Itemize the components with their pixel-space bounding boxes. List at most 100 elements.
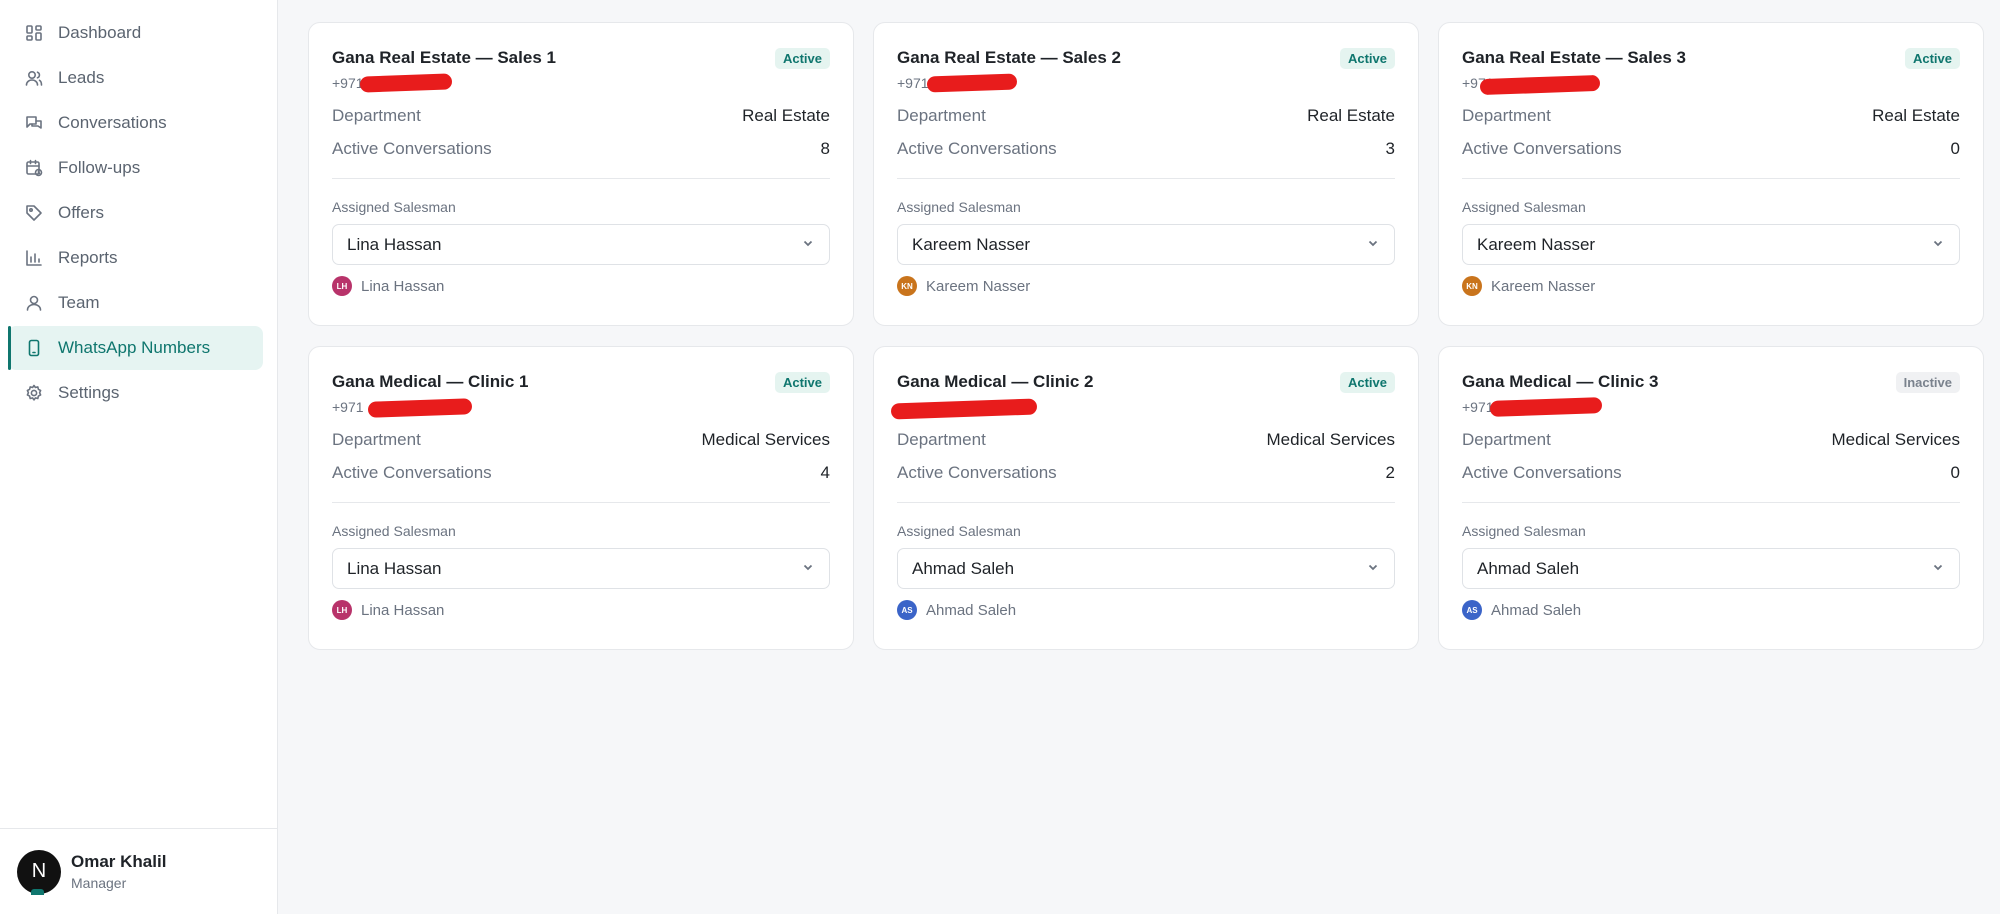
app: Dashboard Leads Conversations Follow-ups… [0, 0, 2000, 914]
assigned-salesman-label: Assigned Salesman [897, 199, 1021, 215]
active-conversations-value: 2 [1385, 463, 1395, 482]
active-conversations-row: Active Conversations 0 [1462, 463, 1960, 483]
active-conversations-label: Active Conversations [1462, 139, 1622, 158]
divider [897, 178, 1395, 179]
active-conversations-value: 3 [1385, 139, 1395, 158]
chevron-down-icon [1931, 235, 1945, 255]
status-badge: Active [1339, 372, 1395, 393]
phone-number-text: +971 [332, 75, 364, 91]
department-label: Department [1462, 430, 1551, 449]
avatar: N [17, 849, 61, 895]
assigned-salesman-select[interactable]: Lina Hassan [332, 548, 830, 589]
sidebar-item-label: Offers [58, 203, 104, 222]
status-badge: Active [1904, 48, 1960, 69]
avatar: AS [1462, 600, 1482, 620]
redaction-mark [359, 73, 453, 93]
department-label: Department [332, 106, 421, 125]
selected-salesman: Ahmad Saleh [912, 558, 1015, 578]
department-label: Department [897, 430, 986, 449]
phone-number-text: +971 [1462, 399, 1494, 415]
department-value: Medical Services [1266, 430, 1396, 449]
active-conversations-row: Active Conversations 3 [897, 139, 1395, 159]
department-label: Department [332, 430, 421, 449]
whatsapp-number-cards: Gana Real Estate — Sales 1 Active +971 D… [308, 22, 1984, 650]
divider [332, 178, 830, 179]
active-conversations-value: 0 [1950, 463, 1960, 482]
sidebar-item-settings[interactable]: Settings [8, 371, 263, 415]
department-value: Real Estate [1307, 106, 1395, 125]
current-assignee: KN Kareem Nasser [1462, 276, 1960, 296]
department-value: Medical Services [701, 430, 831, 449]
selected-salesman: Lina Hassan [347, 558, 442, 578]
assigned-salesman-label: Assigned Salesman [332, 523, 456, 539]
department-value: Medical Services [1831, 430, 1961, 449]
selected-salesman: Ahmad Saleh [1477, 558, 1580, 578]
assigned-salesman-select[interactable]: Kareem Nasser [1462, 224, 1960, 265]
active-conversations-row: Active Conversations 0 [1462, 139, 1960, 159]
current-assignee: LH Lina Hassan [332, 276, 830, 296]
assignee-name: Kareem Nasser [926, 277, 1031, 295]
avatar: KN [897, 276, 917, 296]
active-conversations-value: 0 [1950, 139, 1960, 158]
user-info: Omar Khalil Manager [71, 852, 166, 891]
card-header: Gana Medical — Clinic 1 Active [332, 372, 830, 393]
sidebar-item-follow-ups[interactable]: Follow-ups [8, 146, 263, 190]
avatar: LH [332, 276, 352, 296]
department-label: Department [1462, 106, 1551, 125]
status-badge: Active [1339, 48, 1395, 69]
current-user[interactable]: N Omar Khalil Manager [0, 828, 277, 914]
sidebar-item-label: Team [58, 293, 100, 312]
active-conversations-value: 4 [820, 463, 830, 482]
selected-salesman: Kareem Nasser [1477, 234, 1596, 254]
assigned-salesman-label: Assigned Salesman [332, 199, 456, 215]
department-row: Department Real Estate [1462, 106, 1960, 126]
assigned-salesman-select[interactable]: Kareem Nasser [897, 224, 1395, 265]
phone-number: +971 [332, 398, 830, 418]
chevron-down-icon [801, 235, 815, 255]
card-title: Gana Medical — Clinic 1 [332, 372, 529, 391]
calendar-clock-icon [24, 158, 44, 178]
sidebar-item-label: Reports [58, 248, 118, 267]
avatar: LH [332, 600, 352, 620]
selected-salesman: Lina Hassan [347, 234, 442, 254]
redaction-mark [1479, 74, 1601, 96]
sidebar-item-team[interactable]: Team [8, 281, 263, 325]
sidebar-item-conversations[interactable]: Conversations [8, 101, 263, 145]
assigned-salesman-select[interactable]: Lina Hassan [332, 224, 830, 265]
card-title: Gana Medical — Clinic 3 [1462, 372, 1659, 391]
sidebar-item-reports[interactable]: Reports [8, 236, 263, 280]
current-assignee: AS Ahmad Saleh [897, 600, 1395, 620]
phone-number [890, 398, 1395, 420]
chat-icon [24, 113, 44, 133]
assigned-salesman-select[interactable]: Ahmad Saleh [897, 548, 1395, 589]
assigned-salesman-select[interactable]: Ahmad Saleh [1462, 548, 1960, 589]
sidebar-item-leads[interactable]: Leads [8, 56, 263, 100]
phone-number-text: +971 [897, 75, 929, 91]
user-role: Manager [71, 875, 127, 891]
redaction-mark [367, 398, 473, 418]
sidebar-item-offers[interactable]: Offers [8, 191, 263, 235]
department-value: Real Estate [1872, 106, 1960, 125]
divider [897, 502, 1395, 503]
avatar: KN [1462, 276, 1482, 296]
avatar: AS [897, 600, 917, 620]
sidebar-item-dashboard[interactable]: Dashboard [8, 11, 263, 55]
redaction-mark [1489, 397, 1603, 417]
whatsapp-number-card: Gana Medical — Clinic 1 Active +971 Depa… [308, 346, 854, 650]
status-badge: Inactive [1895, 372, 1960, 393]
department-label: Department [897, 106, 986, 125]
assigned-salesman-label: Assigned Salesman [1462, 199, 1586, 215]
current-assignee: LH Lina Hassan [332, 600, 830, 620]
chevron-down-icon [1931, 559, 1945, 579]
main-content: Gana Real Estate — Sales 1 Active +971 D… [278, 0, 2000, 914]
sidebar-item-label: Settings [58, 383, 120, 402]
card-title: Gana Medical — Clinic 2 [897, 372, 1094, 391]
sidebar-item-label: Leads [58, 68, 105, 87]
active-conversations-label: Active Conversations [332, 139, 492, 158]
sidebar-item-whatsapp-numbers[interactable]: WhatsApp Numbers [8, 326, 263, 370]
department-row: Department Medical Services [897, 430, 1395, 450]
redaction-mark [890, 398, 1038, 420]
card-title: Gana Real Estate — Sales 3 [1462, 48, 1686, 67]
phone-icon [24, 338, 44, 358]
chevron-down-icon [801, 559, 815, 579]
